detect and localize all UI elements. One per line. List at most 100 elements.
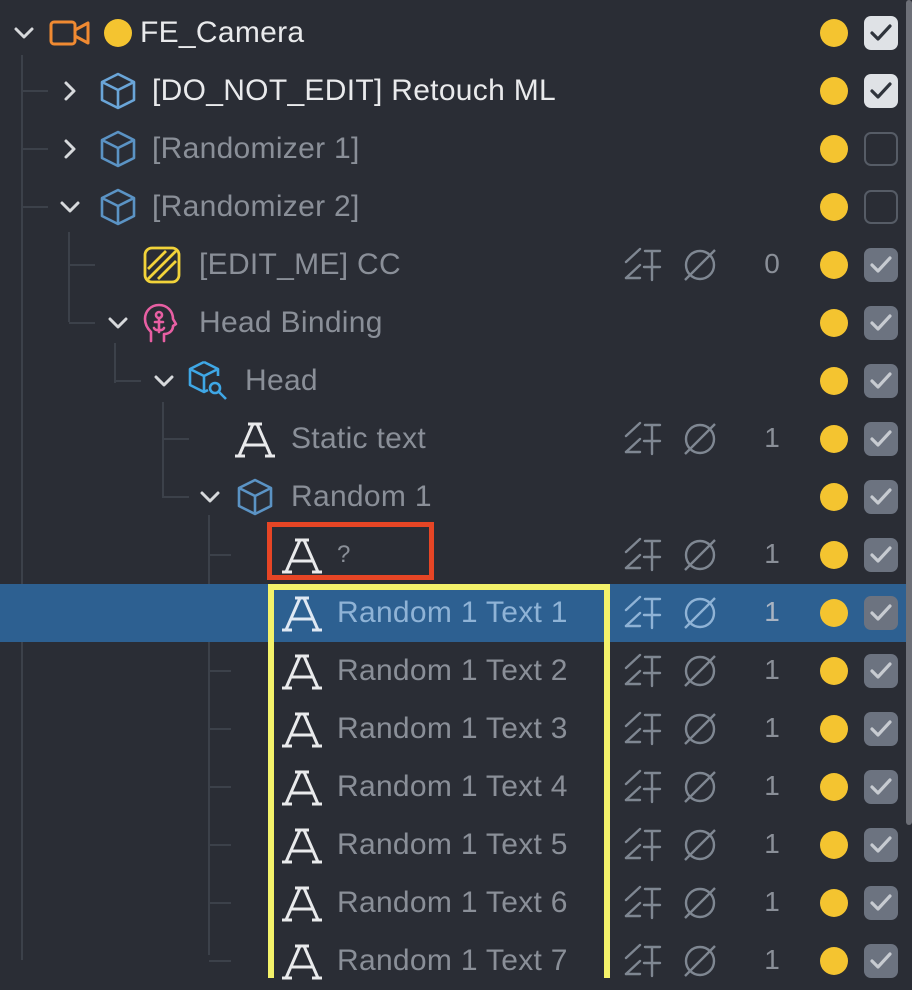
hidden-icon[interactable] — [680, 419, 720, 459]
visibility-dot[interactable] — [820, 715, 848, 743]
visibility-dot[interactable] — [820, 77, 848, 105]
text-icon — [280, 533, 324, 577]
enabled-checkbox[interactable] — [864, 422, 898, 456]
group-cube-icon — [96, 69, 140, 113]
layer-icon[interactable] — [622, 709, 662, 749]
text-icon — [280, 765, 324, 809]
enabled-checkbox[interactable] — [864, 828, 898, 862]
enabled-checkbox[interactable] — [864, 654, 898, 688]
camera-icon — [48, 11, 92, 55]
row-label: Random 1 Text 7 — [337, 944, 568, 977]
scrollbar[interactable] — [906, 0, 912, 825]
row-label: ? — [337, 541, 351, 568]
tree-row-random-1-text-7[interactable]: Random 1 Text 7 1 — [0, 932, 912, 990]
visibility-dot[interactable] — [820, 425, 848, 453]
layer-icon[interactable] — [622, 883, 662, 923]
tree-row-edit-me-cc[interactable]: [EDIT_ME] CC 0 — [0, 236, 912, 294]
enabled-checkbox[interactable] — [864, 712, 898, 746]
tree-row-random-1-text-3[interactable]: Random 1 Text 3 1 — [0, 700, 912, 758]
enabled-checkbox[interactable] — [864, 770, 898, 804]
layer-icon[interactable] — [622, 593, 662, 633]
visibility-dot[interactable] — [820, 541, 848, 569]
visibility-dot[interactable] — [820, 251, 848, 279]
tree-row-random-1-text-4[interactable]: Random 1 Text 4 1 — [0, 758, 912, 816]
text-icon — [233, 417, 277, 461]
tree-row-random-1[interactable]: Random 1 — [0, 468, 912, 526]
visibility-dot[interactable] — [820, 309, 848, 337]
layer-icon[interactable] — [622, 651, 662, 691]
tree-row-retouch-ml[interactable]: [DO_NOT_EDIT] Retouch ML — [0, 62, 912, 120]
chevron-right-icon[interactable] — [58, 137, 82, 161]
visibility-dot[interactable] — [820, 193, 848, 221]
visibility-dot[interactable] — [820, 599, 848, 627]
hidden-icon[interactable] — [680, 651, 720, 691]
visibility-dot[interactable] — [820, 19, 848, 47]
tree-row-random-1-text-2[interactable]: Random 1 Text 2 1 — [0, 642, 912, 700]
enabled-checkbox[interactable] — [864, 132, 898, 166]
row-label: Random 1 Text 1 — [337, 596, 568, 629]
visibility-dot[interactable] — [820, 657, 848, 685]
enabled-checkbox[interactable] — [864, 364, 898, 398]
enabled-checkbox[interactable] — [864, 74, 898, 108]
row-label: FE_Camera — [140, 16, 305, 49]
text-icon — [280, 591, 324, 635]
visibility-dot[interactable] — [820, 135, 848, 163]
render-order-count: 1 — [764, 422, 780, 453]
row-label: [Randomizer 2] — [152, 190, 360, 223]
enabled-checkbox[interactable] — [864, 596, 898, 630]
chevron-down-icon[interactable] — [12, 21, 36, 45]
hidden-icon[interactable] — [680, 941, 720, 981]
layer-icon[interactable] — [622, 767, 662, 807]
visibility-dot[interactable] — [820, 367, 848, 395]
chevron-right-icon[interactable] — [58, 79, 82, 103]
color-correction-icon — [140, 243, 184, 287]
tree-row-random-1-text-5[interactable]: Random 1 Text 5 1 — [0, 816, 912, 874]
render-order-count: 0 — [764, 248, 780, 279]
hidden-icon[interactable] — [680, 245, 720, 285]
render-order-count: 1 — [764, 712, 780, 743]
chevron-down-icon[interactable] — [198, 485, 222, 509]
enabled-checkbox[interactable] — [864, 190, 898, 224]
tree-row-head-binding[interactable]: Head Binding — [0, 294, 912, 352]
visibility-dot[interactable] — [820, 831, 848, 859]
tree-row-randomizer-2[interactable]: [Randomizer 2] — [0, 178, 912, 236]
tree-row-random-1-text-1[interactable]: Random 1 Text 1 1 — [0, 584, 912, 642]
chevron-down-icon[interactable] — [152, 369, 176, 393]
visibility-dot[interactable] — [820, 773, 848, 801]
hidden-icon[interactable] — [680, 825, 720, 865]
layer-icon[interactable] — [622, 245, 662, 285]
layer-icon[interactable] — [622, 941, 662, 981]
visibility-dot[interactable] — [820, 889, 848, 917]
hidden-icon[interactable] — [680, 709, 720, 749]
tree-row-randomizer-1[interactable]: [Randomizer 1] — [0, 120, 912, 178]
head-object-icon — [186, 359, 230, 403]
chevron-down-icon[interactable] — [106, 311, 130, 335]
render-order-count: 1 — [764, 596, 780, 627]
hidden-icon[interactable] — [680, 593, 720, 633]
chevron-down-icon[interactable] — [58, 195, 82, 219]
enabled-checkbox[interactable] — [864, 538, 898, 572]
layer-icon[interactable] — [622, 825, 662, 865]
layer-icon[interactable] — [622, 419, 662, 459]
enabled-checkbox[interactable] — [864, 480, 898, 514]
row-label: Random 1 Text 3 — [337, 712, 568, 745]
tree-row-unnamed-text[interactable]: ? 1 — [0, 526, 912, 584]
enabled-checkbox[interactable] — [864, 248, 898, 282]
layer-icon[interactable] — [622, 535, 662, 575]
row-label: Random 1 Text 2 — [337, 654, 568, 687]
text-icon — [280, 881, 324, 925]
tree-row-fe-camera[interactable]: FE_Camera — [0, 4, 912, 62]
visibility-dot[interactable] — [820, 483, 848, 511]
hidden-icon[interactable] — [680, 535, 720, 575]
tree-row-head[interactable]: Head — [0, 352, 912, 410]
tree-row-static-text[interactable]: Static text 1 — [0, 410, 912, 468]
enabled-checkbox[interactable] — [864, 306, 898, 340]
hidden-icon[interactable] — [680, 767, 720, 807]
scene-hierarchy-tree: FE_Camera [DO_NOT_EDIT] Retouch ML [Random… — [0, 0, 912, 980]
visibility-dot[interactable] — [820, 947, 848, 975]
tree-row-random-1-text-6[interactable]: Random 1 Text 6 1 — [0, 874, 912, 932]
hidden-icon[interactable] — [680, 883, 720, 923]
enabled-checkbox[interactable] — [864, 886, 898, 920]
enabled-checkbox[interactable] — [864, 944, 898, 978]
enabled-checkbox[interactable] — [864, 16, 898, 50]
